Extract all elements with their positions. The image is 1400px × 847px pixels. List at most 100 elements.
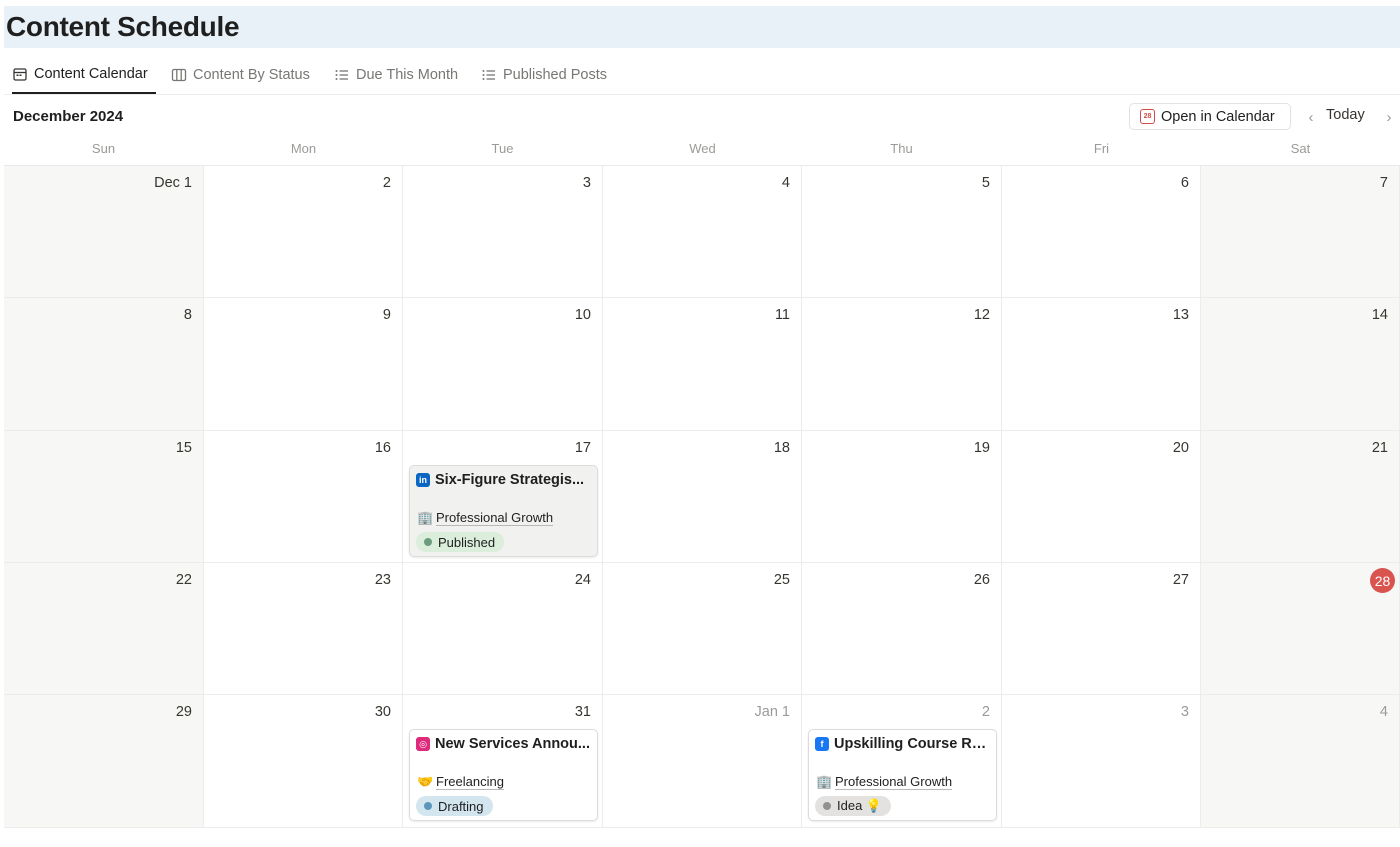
board-icon [171, 67, 187, 83]
day-number: 10 [574, 307, 591, 323]
calendar-day-cell[interactable]: 15 [4, 431, 204, 563]
day-number: 24 [574, 572, 591, 588]
calendar-day-cell[interactable]: Dec 1 [4, 166, 204, 298]
status-badge: Drafting [416, 796, 493, 816]
tab-due-this-month[interactable]: Due This Month [334, 55, 458, 94]
day-number: 22 [175, 572, 192, 588]
day-number: 3 [582, 175, 591, 191]
calendar-day-cell[interactable]: 28 [1201, 563, 1400, 695]
day-number: 31 [574, 704, 591, 720]
category-icon: 🏢 [417, 510, 434, 525]
page-title: Content Schedule [6, 11, 240, 42]
weekday-label: Wed [689, 141, 716, 156]
tab-content-by-status[interactable]: Content By Status [171, 55, 310, 94]
calendar-day-cell[interactable]: 23 [204, 563, 403, 695]
event-title-row: in Six-Figure Strategis... [416, 472, 591, 488]
day-number: 12 [973, 307, 990, 323]
status-label: Idea 💡 [837, 798, 883, 813]
day-number: 23 [374, 572, 391, 588]
calendar-day-cell[interactable]: 4 [603, 166, 802, 298]
day-number: 20 [1172, 440, 1189, 456]
status-dot-icon [424, 802, 432, 810]
day-number: Dec 1 [154, 175, 192, 191]
calendar-app-icon: 28 [1140, 109, 1155, 124]
calendar-day-cell[interactable]: 8 [4, 298, 204, 431]
calendar-day-cell[interactable]: 16 [204, 431, 403, 563]
day-number: 18 [773, 440, 790, 456]
calendar-day-cell[interactable]: 27 [1002, 563, 1201, 695]
calendar-day-cell[interactable]: 13 [1002, 298, 1201, 431]
event-card[interactable]: f Upskilling Course Re... 🏢 Professional Gr… [808, 729, 997, 821]
calendar-day-cell[interactable]: 26 [802, 563, 1002, 695]
status-badge: Published [416, 532, 505, 552]
calendar-grid: Dec 1 2 3 4 5 6 7 8 9 10 11 12 13 14 15 16 17 18 19 20 21 22 2… [4, 165, 1400, 828]
tab-label: Content Calendar [34, 65, 148, 82]
calendar-day-cell[interactable]: 20 [1002, 431, 1201, 563]
day-number: 30 [374, 704, 391, 720]
linkedin-icon: in [416, 473, 430, 487]
day-number: 13 [1172, 307, 1189, 323]
open-in-calendar-button[interactable]: 28 Open in Calendar [1129, 103, 1291, 130]
day-number: 11 [774, 307, 790, 323]
event-card[interactable]: in Six-Figure Strategis... 🏢 Professional G… [409, 465, 598, 557]
calendar-day-cell[interactable]: 14 [1201, 298, 1400, 431]
day-number: 4 [1379, 704, 1388, 720]
calendar-day-cell[interactable]: 3 [1002, 695, 1201, 828]
calendar-day-cell[interactable]: 19 [802, 431, 1002, 563]
calendar-day-cell[interactable]: 30 [204, 695, 403, 828]
category-icon: 🏢 [816, 774, 833, 789]
status-badge: Idea 💡 [815, 796, 892, 816]
instagram-icon: ◎ [416, 737, 430, 751]
calendar-day-cell[interactable]: 2 [204, 166, 403, 298]
day-number: 17 [574, 440, 591, 456]
calendar-day-cell[interactable]: 25 [603, 563, 802, 695]
chevron-right-icon[interactable]: › [1382, 108, 1396, 126]
day-number: 7 [1379, 175, 1388, 191]
category-icon: 🤝 [417, 774, 434, 789]
day-number: 2 [382, 175, 391, 191]
calendar-day-cell[interactable]: 6 [1002, 166, 1201, 298]
calendar-day-cell[interactable]: 9 [204, 298, 403, 431]
today-button[interactable]: Today [1326, 107, 1365, 123]
chevron-left-icon[interactable]: ‹ [1304, 108, 1318, 126]
status-label: Published [438, 534, 496, 550]
calendar-day-cell[interactable]: 24 [403, 563, 603, 695]
weekday-label: Sat [1290, 141, 1311, 156]
calendar-day-cell[interactable]: 18 [603, 431, 802, 563]
calendar-day-cell[interactable]: 10 [403, 298, 603, 431]
category-label: Freelancing [436, 773, 504, 790]
weekday-label: Mon [290, 141, 317, 156]
weekday-header: Sun Mon Tue Wed Thu Fri Sat [4, 141, 1400, 165]
event-card[interactable]: ◎ New Services Annou... 🤝 Freelancing Drafti… [409, 729, 598, 821]
today-badge: 28 [1370, 568, 1395, 593]
category-label: Professional Growth [436, 509, 554, 526]
tab-content-calendar[interactable]: Content Calendar [12, 55, 156, 94]
facebook-icon: f [815, 737, 829, 751]
event-title: New Services Annou... [435, 736, 590, 752]
status-dot-icon [424, 538, 432, 546]
weekday-label: Thu [890, 141, 913, 156]
day-number: 16 [374, 440, 391, 456]
tab-label: Due This Month [356, 66, 459, 83]
event-category[interactable]: 🏢 Professional Growth [417, 509, 554, 526]
calendar-day-cell[interactable]: 21 [1201, 431, 1400, 563]
weekday-label: Sun [91, 141, 116, 156]
calendar-day-cell[interactable]: 3 [403, 166, 603, 298]
calendar-day-cell[interactable]: 5 [802, 166, 1002, 298]
calendar-day-cell[interactable]: 29 [4, 695, 204, 828]
calendar-day-cell[interactable]: 11 [603, 298, 802, 431]
event-title: Upskilling Course Re... [834, 736, 990, 752]
event-category[interactable]: 🏢 Professional Growth [816, 774, 953, 790]
calendar-day-cell[interactable]: 4 [1201, 695, 1400, 828]
calendar-day-cell[interactable]: 22 [4, 563, 204, 695]
weekday-label: Fri [1093, 141, 1110, 156]
day-number: 6 [1180, 175, 1189, 191]
weekday-label: Tue [491, 141, 514, 156]
calendar-day-cell[interactable]: 12 [802, 298, 1002, 431]
calendar-day-cell[interactable]: Jan 1 [603, 695, 802, 828]
event-category[interactable]: 🤝 Freelancing [417, 774, 504, 790]
calendar-day-cell[interactable]: 7 [1201, 166, 1400, 298]
tab-published-posts[interactable]: Published Posts [481, 55, 607, 94]
event-title-row: ◎ New Services Annou... [416, 736, 591, 752]
event-title: Six-Figure Strategis... [435, 472, 585, 488]
